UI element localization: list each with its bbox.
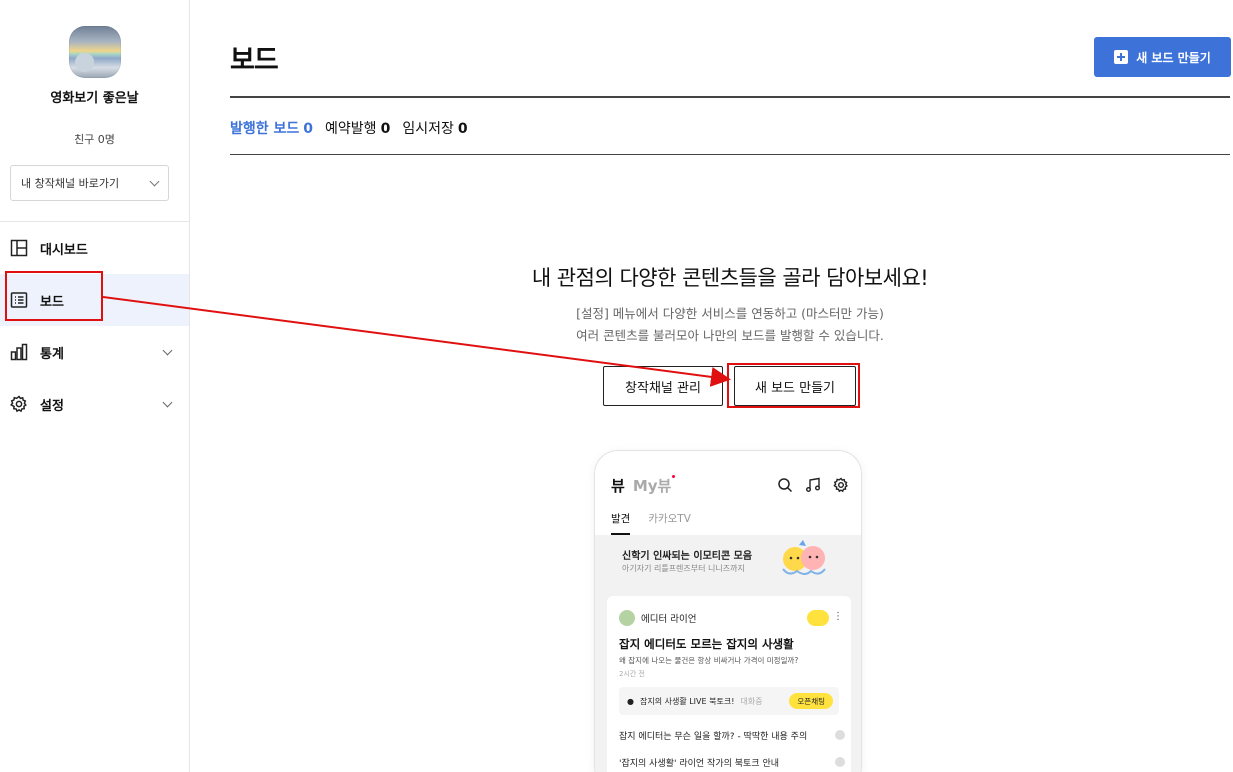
tab-label: 발행한 보드 — [230, 121, 300, 137]
plus-icon — [1114, 50, 1129, 64]
tab-published[interactable]: 발행한 보드 0 — [230, 118, 313, 138]
manage-channel-button[interactable]: 창작채널 관리 — [603, 366, 723, 406]
friends-count: 친구 0명 — [74, 133, 115, 146]
tab-count: 0 — [303, 121, 314, 137]
more-vertical-icon: ⋮ — [833, 611, 843, 622]
sidebar-item-stats[interactable]: 통계 — [0, 326, 189, 378]
chat-badge-icon — [807, 610, 829, 626]
tab-label: 예약발행 — [325, 121, 377, 137]
phone-header: 뷰 My뷰 — [611, 475, 676, 496]
annotation-highlight-board-nav — [5, 271, 103, 321]
new-dot-icon — [672, 475, 676, 478]
bar-chart-icon — [10, 343, 28, 361]
tab-count: 0 — [380, 121, 391, 137]
info-dot-icon — [835, 730, 845, 740]
open-chat-badge: 오픈채팅 — [789, 693, 833, 709]
phone-tab-kakaotv: 카카오TV — [648, 513, 691, 525]
phone-banner-title: 신학기 인싸되는 이모티콘 모음 — [622, 551, 753, 562]
tab-count: 0 — [457, 121, 468, 137]
sidebar-item-label: 설정 — [40, 398, 64, 414]
phone-card-title: 잡지 에디터도 모르는 잡지의 사생활 — [619, 637, 794, 651]
sidebar-item-label: 통계 — [40, 346, 64, 362]
info-dot-icon — [835, 757, 845, 767]
phone-row-2: '잡지의 사생활' 라이언 작가의 북토크 안내 — [619, 759, 780, 769]
live-chat-icon: ● — [627, 696, 634, 706]
phone-preview: 뷰 My뷰 발견 카카오TV 신학기 인싸되는 이모티콘 모음 아기자기 리틀프렌… — [594, 450, 862, 772]
channel-select-label: 내 창작채널 바로가기 — [21, 177, 120, 190]
chevron-down-icon[interactable] — [162, 397, 173, 408]
emoticon-illustration-icon — [782, 540, 826, 575]
music-icon — [806, 477, 820, 492]
tab-drafts[interactable]: 임시저장 0 — [402, 118, 467, 138]
page-title: 보드 — [230, 45, 279, 76]
phone-brand: 뷰 — [611, 477, 625, 495]
phone-card-time: 2시간 전 — [619, 670, 645, 678]
phone-live-banner: ● 잡지의 사생활 LIVE 북토크! 대화중 오픈채팅 — [619, 687, 839, 715]
board-tabs: 발행한 보드 0 예약발행 0 임시저장 0 — [230, 118, 480, 138]
tab-label: 임시저장 — [402, 121, 454, 137]
live-sub: 대화중 — [740, 696, 763, 706]
empty-desc-line1: [설정] 메뉴에서 다양한 서비스를 연동하고 (마스터만 가능) — [576, 306, 884, 321]
phone-my-tab: My뷰 — [632, 477, 672, 495]
chevron-down-icon — [149, 176, 160, 186]
sidebar: 영화보기 좋은날 친구 0명 내 창작채널 바로가기 대시보드 보드 통계 설정 — [0, 0, 190, 772]
profile: 영화보기 좋은날 친구 0명 — [0, 0, 189, 147]
sidebar-nav: 대시보드 보드 통계 설정 — [0, 222, 189, 430]
phone-row-1: 잡지 에디터는 무슨 일을 할까? - 딱딱한 내용 주의 — [619, 732, 808, 742]
chevron-down-icon[interactable] — [162, 345, 173, 356]
live-text: 잡지의 사생활 LIVE 북토크! — [639, 696, 735, 706]
search-icon — [778, 478, 793, 493]
phone-tabs: 발견 카카오TV — [611, 511, 691, 535]
sidebar-item-dashboard[interactable]: 대시보드 — [0, 222, 189, 274]
editor-name: 에디터 라이언 — [641, 614, 697, 625]
empty-desc-line2: 여러 콘텐츠를 불러모아 나만의 보드를 발행할 수 있습니다. — [576, 328, 884, 343]
gear-icon — [10, 395, 27, 413]
annotation-highlight-new-board — [727, 363, 860, 408]
header-divider — [230, 96, 1230, 98]
dashboard-icon — [10, 239, 28, 257]
channel-shortcut-select[interactable]: 내 창작채널 바로가기 — [10, 165, 169, 201]
tabs-divider — [230, 154, 1230, 155]
empty-state-title: 내 관점의 다양한 콘텐츠들을 골라 담아보세요! — [531, 266, 929, 290]
empty-state-description: [설정] 메뉴에서 다양한 서비스를 연동하고 (마스터만 가능) 여러 콘텐츠… — [230, 303, 1230, 347]
phone-banner-subtitle: 아기자기 리틀프렌즈부터 니니즈까지 — [622, 564, 745, 573]
sidebar-item-label: 대시보드 — [40, 242, 88, 258]
avatar[interactable] — [68, 26, 121, 78]
phone-editor: 에디터 라이언 — [619, 610, 696, 626]
tab-scheduled[interactable]: 예약발행 0 — [325, 118, 390, 138]
phone-card-desc: 왜 잡지에 나오는 물건은 항상 비싸거나 가격이 미정일까? — [619, 656, 799, 665]
gear-icon — [833, 477, 848, 493]
editor-avatar — [619, 610, 635, 626]
new-board-button-top[interactable]: 새 보드 만들기 — [1094, 37, 1231, 77]
new-board-label: 새 보드 만들기 — [1136, 50, 1211, 65]
phone-tab-discover: 발견 — [611, 511, 631, 535]
profile-name: 영화보기 좋은날 — [50, 91, 139, 106]
phone-header-icons — [777, 477, 849, 493]
sidebar-item-settings[interactable]: 설정 — [0, 378, 189, 430]
phone-feed-card: 에디터 라이언 ⋮ 잡지 에디터도 모르는 잡지의 사생활 왜 잡지에 나오는 … — [607, 596, 851, 772]
